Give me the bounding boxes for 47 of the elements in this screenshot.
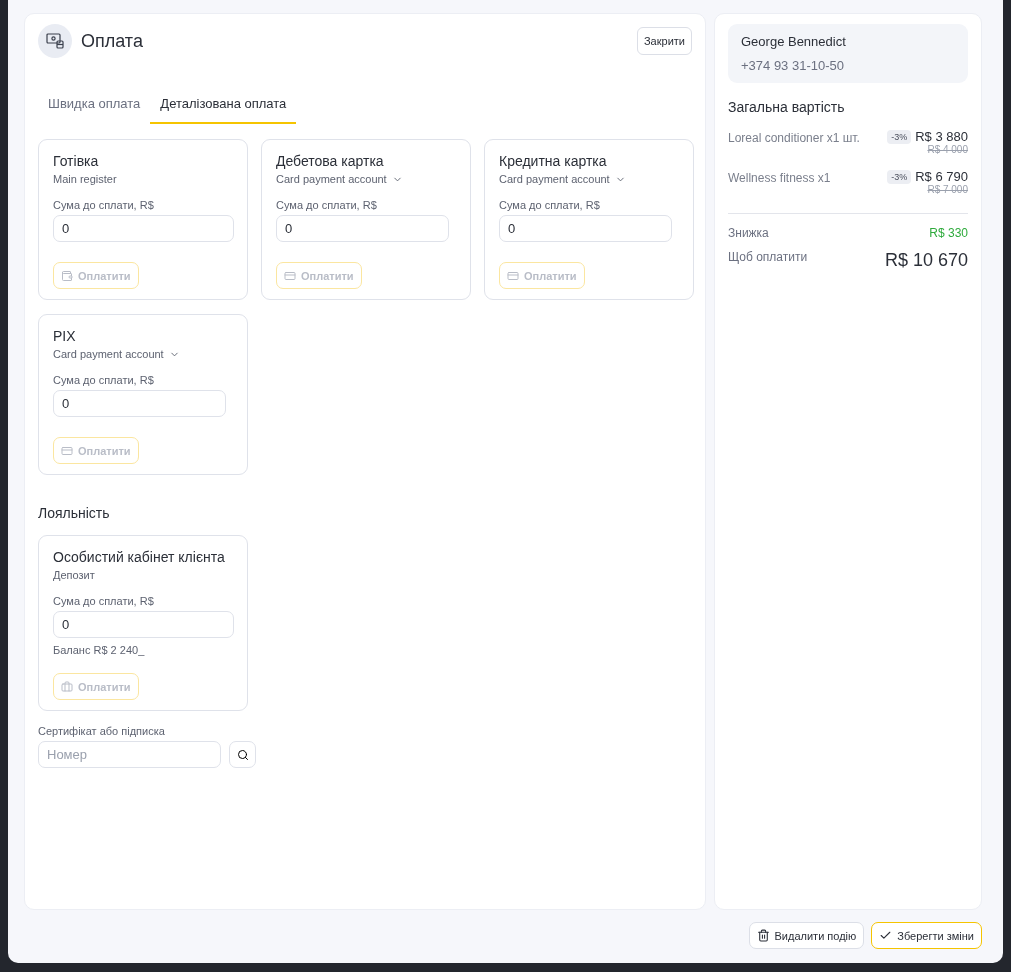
discount-badge: -3% <box>887 169 912 184</box>
credit-card-icon <box>284 269 296 282</box>
field-label: Сума до сплати, R$ <box>499 199 601 211</box>
field-label: Сума до сплати, R$ <box>53 199 155 211</box>
account-name: Main register <box>53 173 118 185</box>
total-label: Щоб оплатити <box>728 250 808 264</box>
item-price: R$ 6 790 <box>915 169 968 184</box>
loyalty-subtitle: Депозит <box>53 569 96 581</box>
trash-icon <box>756 929 770 942</box>
tab[interactable]: Деталізована оплата <box>150 88 297 124</box>
save-button[interactable]: Зберегти зміни <box>871 922 982 949</box>
item-name: Wellness fitness x1 <box>728 170 831 187</box>
close-button[interactable]: Закрити <box>636 27 692 55</box>
dialog-title: Оплата <box>81 30 143 52</box>
method-title: PIX <box>53 328 77 344</box>
check-icon <box>879 929 893 942</box>
method-title: Готівка <box>53 153 100 169</box>
search-button[interactable] <box>229 741 256 768</box>
balance-text: Баланс R$ 2 240_ <box>53 644 146 656</box>
credit-card-icon <box>507 269 519 282</box>
credit-card-icon <box>61 444 73 457</box>
wallet-icon <box>61 269 73 282</box>
cash-register-icon <box>46 33 64 49</box>
loyalty-title: Особистий кабінет клієнта <box>53 549 226 565</box>
certificate-input[interactable]: Номер <box>38 741 221 768</box>
method-title: Кредитна картка <box>499 153 608 169</box>
field-label: Сертифікат або підписка <box>38 725 166 737</box>
item-price: R$ 3 880 <box>915 129 968 144</box>
field-label: Сума до сплати, R$ <box>53 374 155 386</box>
briefcase-icon <box>61 680 73 693</box>
discount-badge: -3% <box>887 129 912 144</box>
tab[interactable]: Швидка оплата <box>38 88 151 124</box>
total-value: R$ 10 670 <box>884 250 968 271</box>
section-heading: Лояльність <box>38 505 111 521</box>
field-label: Сума до сплати, R$ <box>53 595 155 607</box>
old-price: R$ 7 000 <box>927 184 968 195</box>
old-price: R$ 4 000 <box>927 144 968 155</box>
method-title: Дебетова картка <box>276 153 385 169</box>
customer-phone: +374 93 31-10-50 <box>741 58 845 73</box>
customer-name: George Bennedict <box>741 34 847 49</box>
discount-value: R$ 330 <box>929 226 968 240</box>
item-name: Loreal conditioner x1 шт. <box>728 130 860 147</box>
field-label: Сума до сплати, R$ <box>276 199 378 211</box>
summary-heading: Загальна вартість <box>728 99 846 115</box>
search-icon <box>236 748 249 761</box>
discount-label: Знижка <box>728 226 769 240</box>
delete-button[interactable]: Видалити подію <box>748 922 865 949</box>
